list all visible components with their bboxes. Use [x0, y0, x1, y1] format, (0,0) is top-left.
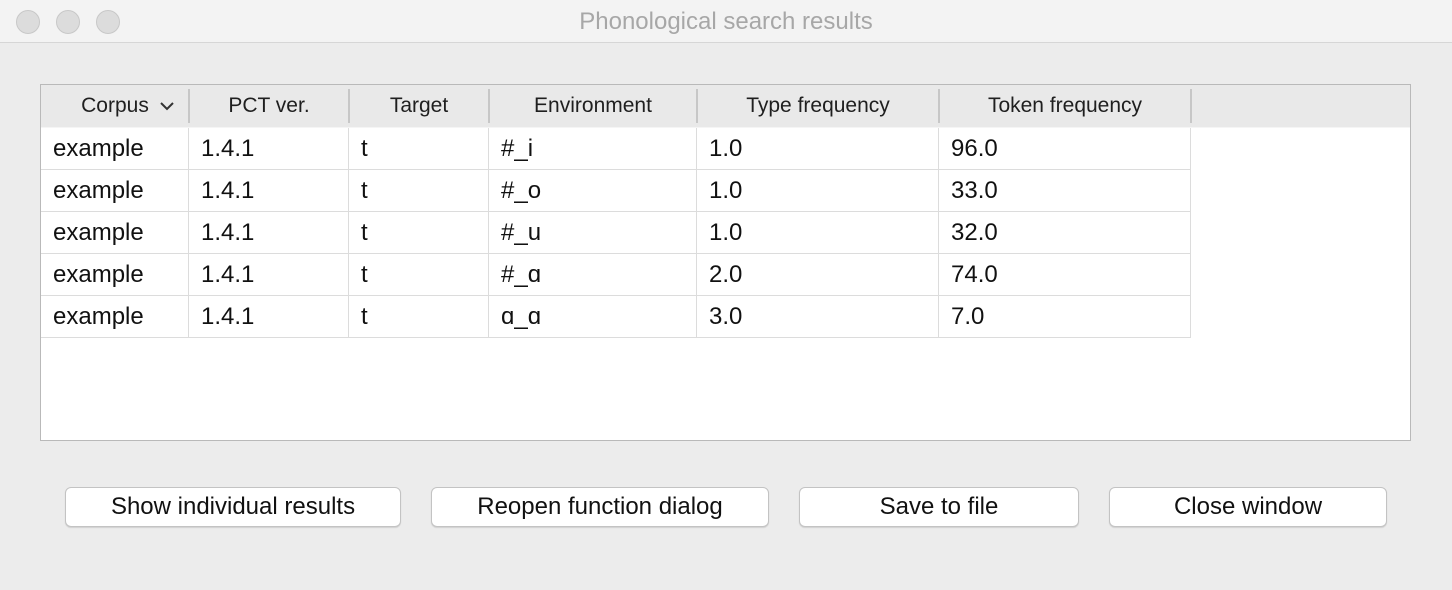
- cell-pct-version[interactable]: 1.4.1: [189, 296, 349, 338]
- cell-token-frequency[interactable]: 96.0: [939, 128, 1191, 170]
- cell-environment[interactable]: #_i: [489, 128, 697, 170]
- column-header-pct-version[interactable]: PCT ver.: [189, 85, 349, 127]
- cell-corpus[interactable]: example: [41, 128, 189, 170]
- column-header-token-frequency[interactable]: Token frequency: [939, 85, 1191, 127]
- cell-type-frequency[interactable]: 1.0: [697, 170, 939, 212]
- show-individual-results-button[interactable]: Show individual results: [65, 487, 401, 527]
- cell-pct-version[interactable]: 1.4.1: [189, 170, 349, 212]
- results-table: Corpus PCT ver. Target Environment Type …: [40, 84, 1411, 441]
- cell-target[interactable]: t: [349, 296, 489, 338]
- cell-token-frequency[interactable]: 7.0: [939, 296, 1191, 338]
- cell-token-frequency[interactable]: 33.0: [939, 170, 1191, 212]
- cell-target[interactable]: t: [349, 170, 489, 212]
- close-window-button[interactable]: Close window: [1109, 487, 1387, 527]
- column-header-environment[interactable]: Environment: [489, 85, 697, 127]
- cell-type-frequency[interactable]: 3.0: [697, 296, 939, 338]
- cell-corpus[interactable]: example: [41, 296, 189, 338]
- column-header-target[interactable]: Target: [349, 85, 489, 127]
- title-bar: Phonological search results: [0, 0, 1452, 43]
- cell-type-frequency[interactable]: 1.0: [697, 212, 939, 254]
- results-window: Phonological search results Corpus PCT v…: [0, 0, 1452, 590]
- cell-target[interactable]: t: [349, 212, 489, 254]
- cell-token-frequency[interactable]: 74.0: [939, 254, 1191, 296]
- cell-environment[interactable]: #_o: [489, 170, 697, 212]
- cell-target[interactable]: t: [349, 128, 489, 170]
- table-header: Corpus PCT ver. Target Environment Type …: [41, 85, 1410, 128]
- cell-type-frequency[interactable]: 1.0: [697, 128, 939, 170]
- cell-corpus[interactable]: example: [41, 170, 189, 212]
- cell-environment[interactable]: ɑ_ɑ: [489, 296, 697, 338]
- cell-token-frequency[interactable]: 32.0: [939, 212, 1191, 254]
- column-header-label: Corpus: [81, 94, 149, 117]
- cell-pct-version[interactable]: 1.4.1: [189, 128, 349, 170]
- cell-environment[interactable]: #_u: [489, 212, 697, 254]
- window-title: Phonological search results: [579, 8, 873, 35]
- sort-chevron-down-icon: [160, 102, 174, 111]
- cell-target[interactable]: t: [349, 254, 489, 296]
- column-divider[interactable]: [1190, 89, 1192, 123]
- cell-pct-version[interactable]: 1.4.1: [189, 254, 349, 296]
- column-header-type-frequency[interactable]: Type frequency: [697, 85, 939, 127]
- save-to-file-button[interactable]: Save to file: [799, 487, 1079, 527]
- column-header-corpus[interactable]: Corpus: [41, 85, 189, 127]
- cell-type-frequency[interactable]: 2.0: [697, 254, 939, 296]
- cell-corpus[interactable]: example: [41, 212, 189, 254]
- cell-corpus[interactable]: example: [41, 254, 189, 296]
- reopen-function-dialog-button[interactable]: Reopen function dialog: [431, 487, 769, 527]
- cell-pct-version[interactable]: 1.4.1: [189, 212, 349, 254]
- cell-environment[interactable]: #_ɑ: [489, 254, 697, 296]
